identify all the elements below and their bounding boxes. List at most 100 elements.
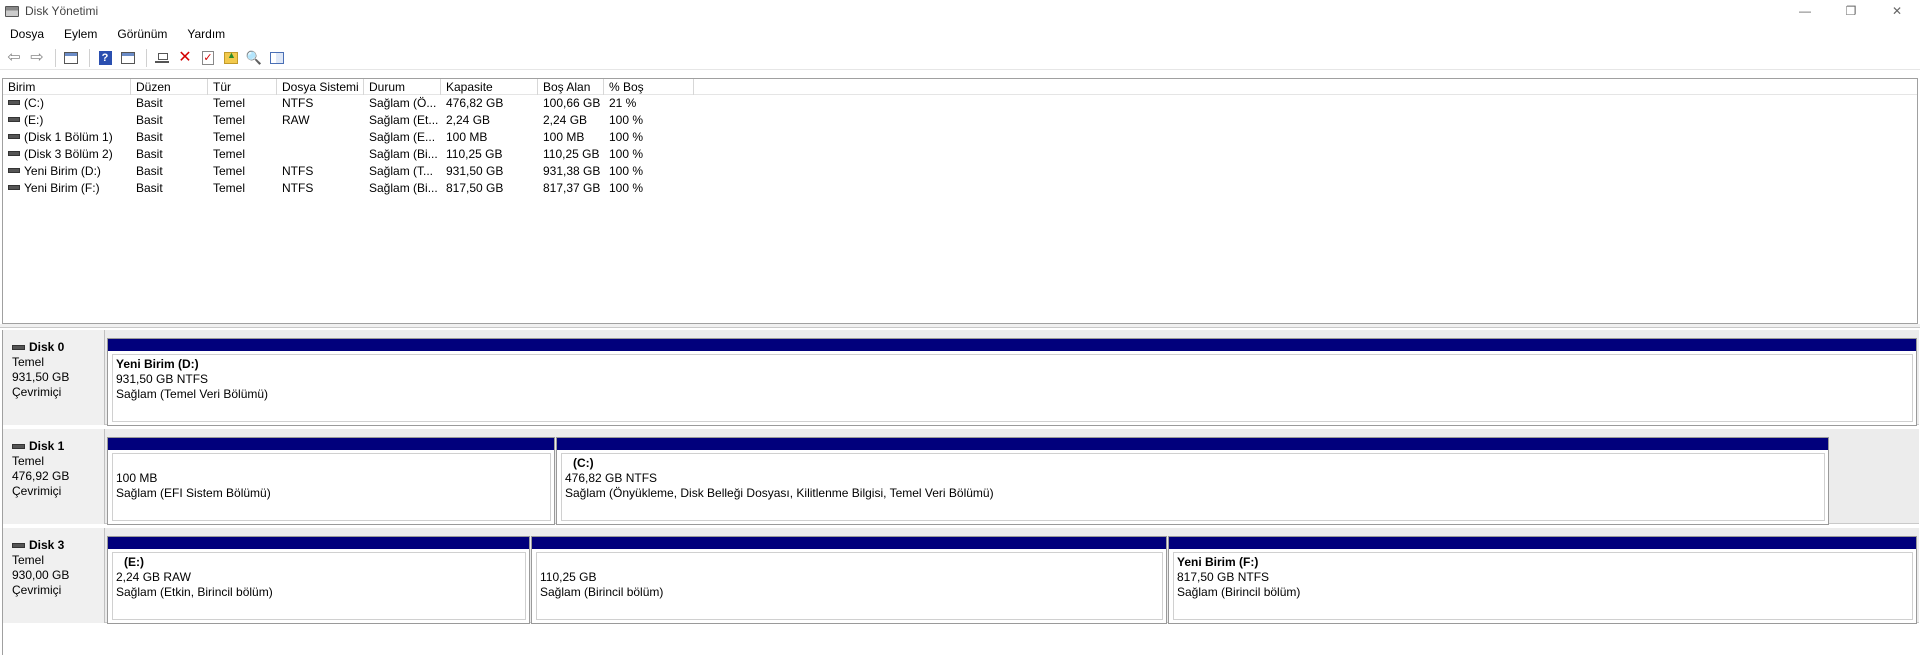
column-header-tur[interactable]: Tür: [208, 79, 277, 95]
volume-list: Birim Düzen Tür Dosya Sistemi Durum Kapa…: [2, 78, 1918, 324]
partition-block[interactable]: (E:) 2,24 GB RAW Sağlam (Etkin, Birincil…: [107, 536, 530, 624]
volume-type: Temel: [213, 164, 246, 178]
partition-block[interactable]: Yeni Birim (D:) 931,50 GB NTFS Sağlam (T…: [107, 338, 1917, 426]
partition-status: Sağlam (Temel Veri Bölümü): [116, 387, 269, 401]
partition-block[interactable]: 100 MB Sağlam (EFI Sistem Bölümü): [107, 437, 555, 525]
volume-status: Sağlam (T...: [369, 164, 434, 178]
check-icon: ✓: [202, 50, 214, 65]
volume-name-cell: Yeni Birim (D:): [3, 163, 131, 180]
volume-capacity: 2,24 GB: [446, 113, 491, 127]
window-controls: — ❐ ✕: [1782, 0, 1920, 22]
volume-type: Temel: [213, 181, 246, 195]
volume-free-percent: 100 %: [609, 181, 644, 195]
volume-name-cell: (Disk 1 Bölüm 1): [3, 129, 131, 146]
menu-gorunum[interactable]: Görünüm: [107, 24, 177, 44]
disk-label[interactable]: Disk 3 Temel 930,00 GB Çevrimiçi: [3, 528, 105, 623]
partition-block[interactable]: (C:) 476,82 GB NTFS Sağlam (Önyükleme, D…: [556, 437, 1829, 525]
console-tree-icon: [64, 51, 78, 64]
disk-size: 931,50 GB: [12, 370, 70, 384]
column-header-duzen[interactable]: Düzen: [131, 79, 208, 95]
volume-layout: Basit: [136, 181, 163, 195]
column-header-yuzde-bos[interactable]: % Boş: [604, 79, 694, 95]
volume-icon: [8, 151, 20, 157]
toolbar-separator: [55, 48, 56, 67]
volume-icon: [8, 185, 20, 191]
disk-name: Disk 0: [12, 340, 104, 355]
folder-up-button[interactable]: [221, 48, 241, 68]
volume-type: Temel: [213, 147, 246, 161]
pane-splitter[interactable]: [0, 324, 1920, 328]
connect-button[interactable]: [152, 48, 172, 68]
delete-button[interactable]: ✕: [175, 48, 195, 68]
table-row[interactable]: (Disk 1 Bölüm 1) Basit Temel Sağlam (E..…: [3, 129, 1917, 146]
volume-capacity: 931,50 GB: [446, 164, 504, 178]
column-header-dosya-sistemi[interactable]: Dosya Sistemi: [277, 79, 364, 95]
check-button[interactable]: ✓: [198, 48, 218, 68]
volume-free-space: 817,37 GB: [543, 181, 601, 195]
disk-size: 930,00 GB: [12, 568, 70, 582]
disk-label[interactable]: Disk 0 Temel 931,50 GB Çevrimiçi: [3, 330, 105, 425]
window-icon: [121, 51, 135, 64]
volume-filesystem: RAW: [282, 113, 310, 127]
restore-button[interactable]: ❐: [1828, 0, 1874, 22]
disk-label[interactable]: Disk 1 Temel 476,92 GB Çevrimiçi: [3, 429, 105, 524]
volume-status: Sağlam (Et...: [369, 113, 439, 127]
table-row[interactable]: Yeni Birim (F:) Basit Temel NTFS Sağlam …: [3, 180, 1917, 197]
menu-dosya[interactable]: Dosya: [0, 24, 54, 44]
volume-name: (Disk 3 Bölüm 2): [24, 147, 113, 161]
help-button[interactable]: ?: [95, 48, 115, 68]
table-row[interactable]: (E:) Basit Temel RAW Sağlam (Et... 2,24 …: [3, 112, 1917, 129]
partition-color-bar: [557, 438, 1828, 450]
volume-type: Temel: [213, 130, 246, 144]
volume-filesystem: [277, 146, 364, 163]
partition-body: 110,25 GB Sağlam (Birincil bölüm): [536, 552, 1163, 620]
search-folder-button[interactable]: 🔍: [244, 48, 264, 68]
table-row[interactable]: (Disk 3 Bölüm 2) Basit Temel Sağlam (Bi.…: [3, 146, 1917, 163]
title-bar: Disk Yönetimi — ❐ ✕: [0, 0, 1920, 22]
menu-eylem[interactable]: Eylem: [54, 24, 107, 44]
partition-block[interactable]: Yeni Birim (F:) 817,50 GB NTFS Sağlam (B…: [1168, 536, 1917, 624]
partition-title: Yeni Birim (F:): [1177, 555, 1259, 569]
volume-free-space: 100,66 GB: [543, 96, 601, 110]
disk-type: Temel: [12, 454, 45, 468]
disk-name-text: Disk 0: [29, 340, 65, 354]
partition-title: (C:): [573, 456, 594, 470]
partition-size: 476,82 GB NTFS: [565, 471, 658, 485]
volume-name: Yeni Birim (D:): [24, 164, 101, 178]
back-button[interactable]: ⇦: [4, 48, 24, 68]
table-row[interactable]: Yeni Birim (D:) Basit Temel NTFS Sağlam …: [3, 163, 1917, 180]
volume-free-percent: 100 %: [609, 147, 644, 161]
close-button[interactable]: ✕: [1874, 0, 1920, 22]
partition-size: 931,50 GB NTFS: [116, 372, 209, 386]
partition-body: Yeni Birim (F:) 817,50 GB NTFS Sağlam (B…: [1173, 552, 1913, 620]
partition-block[interactable]: 110,25 GB Sağlam (Birincil bölüm): [531, 536, 1167, 624]
delete-icon: ✕: [178, 48, 192, 66]
volume-capacity: 817,50 GB: [446, 181, 504, 195]
column-header-kapasite[interactable]: Kapasite: [441, 79, 538, 95]
partition-title: [540, 555, 1162, 570]
volume-name-cell: Yeni Birim (F:): [3, 180, 131, 197]
folder-up-icon: [224, 50, 238, 64]
menu-yardim[interactable]: Yardım: [177, 24, 235, 44]
volume-icon: [8, 117, 20, 123]
column-header-birim[interactable]: Birim: [3, 79, 131, 95]
console-tree-button[interactable]: [61, 48, 81, 68]
connect-icon: [155, 52, 169, 63]
volume-icon: [8, 134, 20, 140]
table-row[interactable]: (C:) Basit Temel NTFS Sağlam (Ö... 476,8…: [3, 95, 1917, 112]
volume-free-percent: 100 %: [609, 113, 644, 127]
partition-body: Yeni Birim (D:) 931,50 GB NTFS Sağlam (T…: [112, 354, 1913, 422]
window-button[interactable]: [118, 48, 138, 68]
partition-title: Yeni Birim (D:): [116, 357, 199, 371]
column-header-durum[interactable]: Durum: [364, 79, 441, 95]
column-header-bos-alan[interactable]: Boş Alan: [538, 79, 604, 95]
volume-layout: Basit: [136, 113, 163, 127]
partition-color-bar: [108, 339, 1916, 351]
volume-layout: Basit: [136, 130, 163, 144]
disk-management-app-icon: [5, 5, 19, 17]
properties-button[interactable]: [267, 48, 287, 68]
disk-name-text: Disk 1: [29, 439, 65, 453]
forward-button[interactable]: ⇨: [27, 48, 47, 68]
minimize-button[interactable]: —: [1782, 0, 1828, 22]
partition-size: 100 MB: [116, 471, 158, 485]
